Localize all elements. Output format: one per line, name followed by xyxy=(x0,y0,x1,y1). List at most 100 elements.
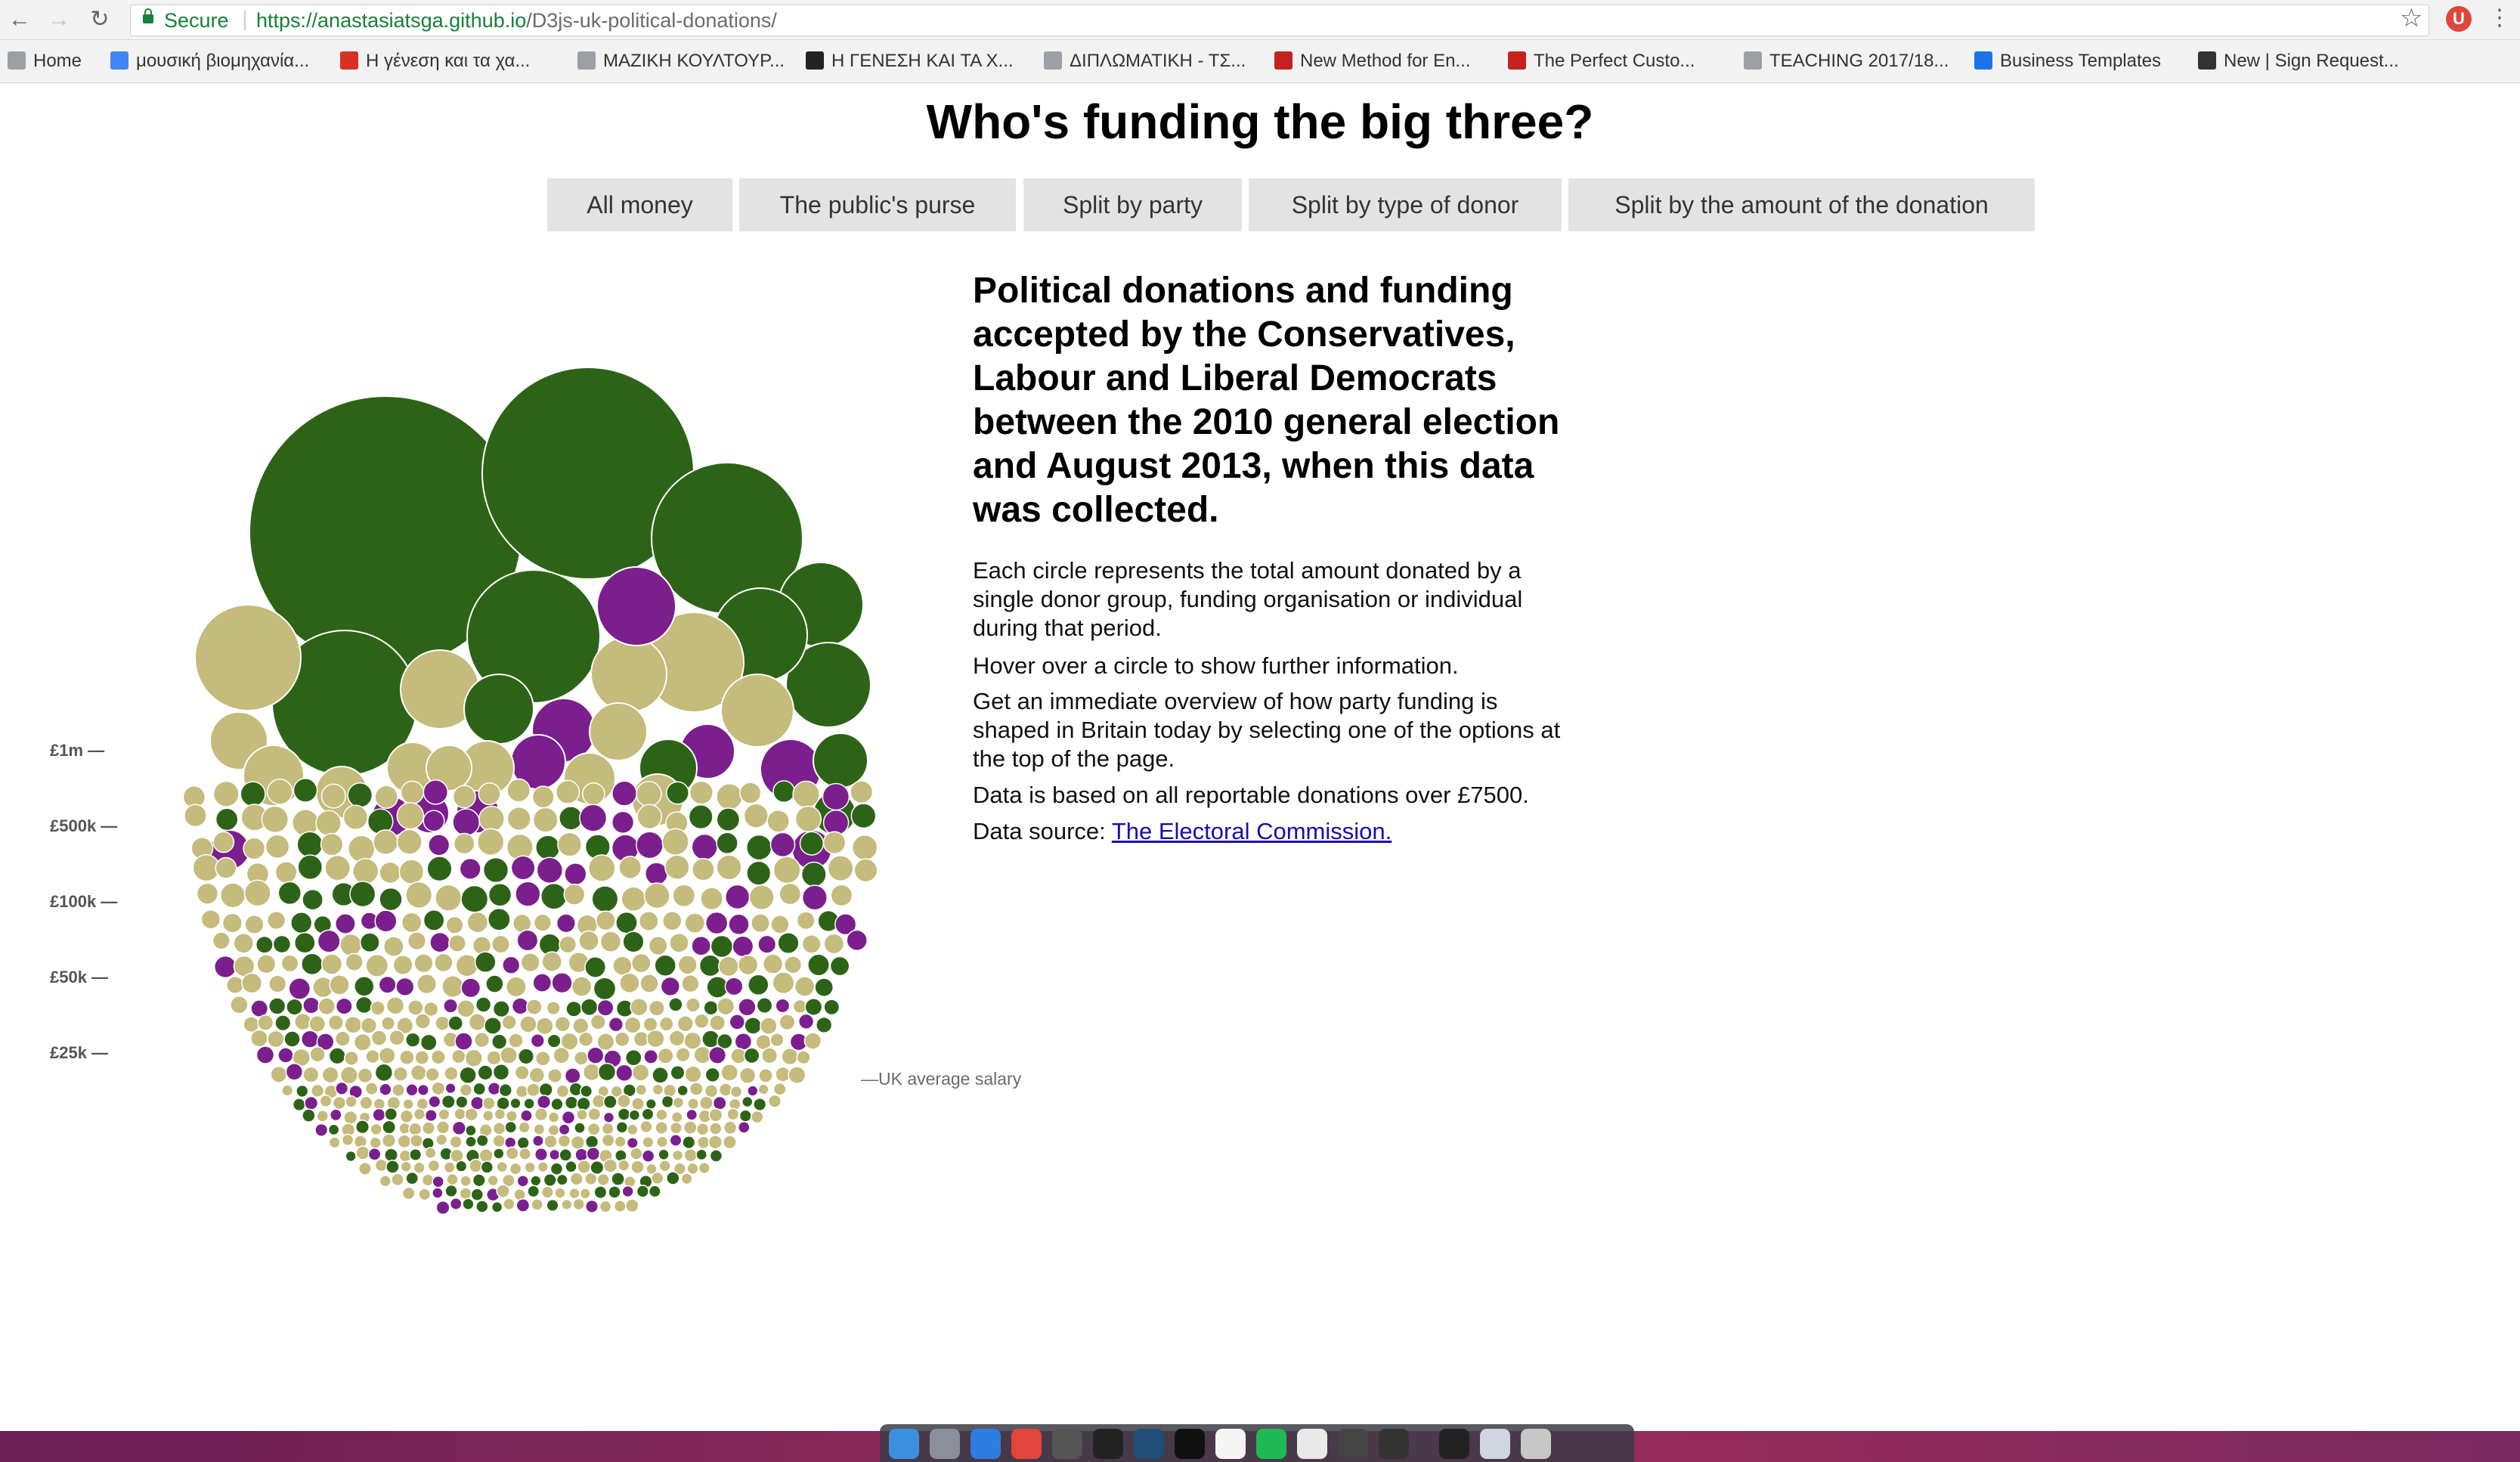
donor-bubble[interactable] xyxy=(464,1048,483,1067)
donor-bubble[interactable] xyxy=(416,974,438,995)
donor-bubble[interactable] xyxy=(548,1148,561,1161)
donor-bubble[interactable] xyxy=(496,1160,508,1173)
donor-bubble[interactable] xyxy=(385,996,405,1015)
donor-bubble[interactable] xyxy=(669,932,689,953)
donor-bubble[interactable] xyxy=(343,1110,358,1125)
donor-bubble[interactable] xyxy=(233,933,254,954)
donor-bubble[interactable] xyxy=(784,956,803,974)
donor-bubble[interactable] xyxy=(602,1158,618,1173)
donor-bubble[interactable] xyxy=(822,831,847,855)
donor-bubble[interactable] xyxy=(494,1108,506,1120)
donor-bubble[interactable] xyxy=(320,832,344,856)
donor-bubble[interactable] xyxy=(554,1015,571,1033)
donor-bubble[interactable] xyxy=(590,1014,606,1030)
donor-bubble[interactable] xyxy=(526,1083,541,1098)
donor-bubble[interactable] xyxy=(445,915,464,934)
donor-bubble[interactable] xyxy=(421,1121,436,1135)
donor-bubble[interactable] xyxy=(428,1095,441,1108)
donor-bubble[interactable] xyxy=(579,804,608,832)
donor-bubble[interactable] xyxy=(449,1135,463,1149)
donor-bubble[interactable] xyxy=(395,977,415,997)
donor-bubble[interactable] xyxy=(800,861,827,887)
donor-bubble[interactable] xyxy=(481,1096,496,1110)
donor-bubble[interactable] xyxy=(624,1048,642,1067)
donor-bubble[interactable] xyxy=(515,1084,529,1098)
donor-bubble[interactable] xyxy=(772,856,801,884)
donor-bubble[interactable] xyxy=(487,1082,501,1096)
donor-bubble[interactable] xyxy=(618,1159,630,1172)
donor-bubble[interactable] xyxy=(317,929,341,953)
donor-bubble[interactable] xyxy=(455,1160,468,1172)
donor-bubble[interactable] xyxy=(515,881,541,907)
donor-bubble[interactable] xyxy=(537,1160,550,1173)
donor-bubble[interactable] xyxy=(378,975,397,994)
donor-bubble[interactable] xyxy=(624,1198,639,1213)
donor-bubble[interactable] xyxy=(666,781,689,805)
donor-bubble[interactable] xyxy=(454,1032,473,1051)
donor-bubble[interactable] xyxy=(399,1049,415,1066)
donor-bubble[interactable] xyxy=(751,913,770,934)
donor-bubble[interactable] xyxy=(523,1098,535,1110)
donor-bubble[interactable] xyxy=(268,997,286,1015)
donor-bubble[interactable] xyxy=(531,1198,543,1211)
safari-icon[interactable] xyxy=(971,1429,1001,1459)
donor-bubble[interactable] xyxy=(446,1172,459,1186)
donor-bubble[interactable] xyxy=(680,1172,693,1185)
donor-bubble[interactable] xyxy=(691,935,711,956)
donor-bubble[interactable] xyxy=(525,999,543,1015)
donor-bubble[interactable] xyxy=(670,1111,683,1123)
donor-bubble[interactable] xyxy=(332,1095,347,1110)
donor-bubble[interactable] xyxy=(354,996,373,1014)
donor-bubble[interactable] xyxy=(554,1187,566,1199)
trash-icon[interactable] xyxy=(1521,1429,1551,1459)
donor-bubble[interactable] xyxy=(596,1033,615,1052)
donor-bubble[interactable] xyxy=(794,805,822,832)
donor-bubble[interactable] xyxy=(850,780,874,804)
donor-bubble[interactable] xyxy=(596,566,676,646)
donor-bubble[interactable] xyxy=(359,1095,373,1110)
donor-bubble[interactable] xyxy=(747,1085,759,1097)
donor-bubble[interactable] xyxy=(823,999,841,1016)
donor-bubble[interactable] xyxy=(729,1085,743,1098)
donor-bubble[interactable] xyxy=(557,832,583,857)
scrivener-icon[interactable] xyxy=(1379,1429,1409,1459)
donor-bubble[interactable] xyxy=(200,909,221,930)
donor-bubble[interactable] xyxy=(696,1135,710,1149)
donor-bubble[interactable] xyxy=(496,1096,510,1110)
donor-bubble[interactable] xyxy=(779,1014,796,1031)
donor-bubble[interactable] xyxy=(738,998,757,1017)
donor-bubble[interactable] xyxy=(266,779,293,805)
donor-bubble[interactable] xyxy=(493,1148,505,1160)
donor-bubble[interactable] xyxy=(402,1098,414,1110)
donor-bubble[interactable] xyxy=(584,1199,599,1213)
donor-bubble[interactable] xyxy=(487,907,511,931)
donor-bubble[interactable] xyxy=(772,1082,787,1096)
donor-bubble[interactable] xyxy=(452,785,476,809)
donor-bubble[interactable] xyxy=(528,1067,546,1084)
donor-bubble[interactable] xyxy=(728,913,750,936)
donor-bubble[interactable] xyxy=(587,1122,601,1136)
donor-bubble[interactable] xyxy=(520,1109,533,1123)
donor-bubble[interactable] xyxy=(572,1018,590,1035)
donor-bubble[interactable] xyxy=(281,1084,294,1097)
donor-bubble[interactable] xyxy=(379,887,403,912)
donor-bubble[interactable] xyxy=(511,997,529,1015)
donor-bubble[interactable] xyxy=(509,1097,522,1110)
donor-bubble[interactable] xyxy=(543,1172,557,1188)
donor-bubble[interactable] xyxy=(382,1120,397,1135)
donor-bubble[interactable] xyxy=(378,1046,396,1064)
donor-bubble[interactable] xyxy=(602,1111,615,1123)
donor-bubble[interactable] xyxy=(367,1147,382,1161)
donor-bubble[interactable] xyxy=(581,782,605,806)
donor-bubble[interactable] xyxy=(556,913,576,934)
donor-bubble[interactable] xyxy=(807,953,830,977)
donor-bubble[interactable] xyxy=(639,974,659,993)
donor-bubble[interactable] xyxy=(555,779,580,804)
donor-bubble[interactable] xyxy=(536,856,564,884)
donor-bubble[interactable] xyxy=(668,997,683,1012)
donor-bubble[interactable] xyxy=(459,857,481,880)
donor-bubble[interactable] xyxy=(220,882,246,909)
donor-bubble[interactable] xyxy=(559,935,577,954)
donor-bubble[interactable] xyxy=(775,998,791,1014)
donor-bubble[interactable] xyxy=(534,1050,551,1067)
